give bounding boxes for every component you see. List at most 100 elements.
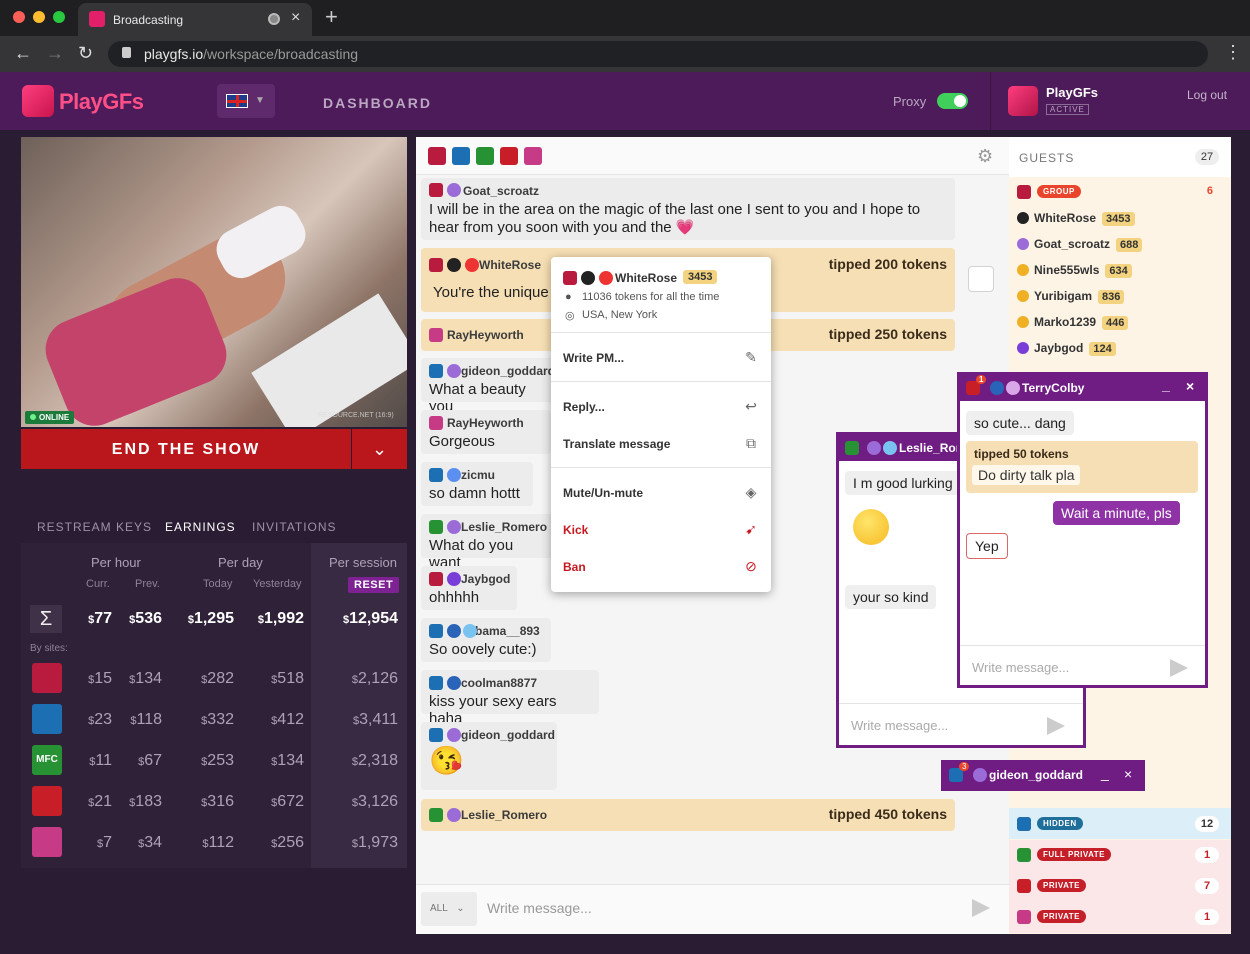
- chevron-down-icon: ⌄: [371, 439, 388, 459]
- pm-unread-badge: 3: [959, 762, 970, 771]
- total-yesterday: $1,992: [257, 610, 304, 627]
- guest-user[interactable]: Nine555wls 634: [1017, 263, 1132, 278]
- pm-message: so cute... dang: [966, 411, 1074, 435]
- minimize-icon[interactable]: _: [1101, 765, 1109, 781]
- close-window-button[interactable]: [13, 11, 25, 23]
- mute-item[interactable]: Mute/Un-mute: [563, 486, 643, 500]
- guest-group-hidden[interactable]: HIDDEN 12: [1009, 808, 1231, 839]
- app-header: [0, 72, 1250, 130]
- new-tab-button[interactable]: +: [325, 4, 338, 30]
- today-subheader: Today: [203, 578, 233, 590]
- tab-invitations[interactable]: INVITATIONS: [252, 520, 337, 534]
- send-icon[interactable]: [1047, 717, 1065, 735]
- popup-count: 3453: [683, 270, 718, 284]
- write-pm-item[interactable]: Write PM...: [563, 351, 624, 365]
- guest-user[interactable]: Marko1239 446: [1017, 315, 1129, 330]
- proxy-label: Proxy: [893, 94, 927, 109]
- online-badge: ONLINE: [25, 411, 75, 424]
- per-hour-header: Per hour: [91, 555, 141, 570]
- minimize-window-button[interactable]: [33, 11, 45, 23]
- reply-icon: ↩: [745, 398, 757, 414]
- chevron-down-icon: ⌄: [456, 903, 465, 914]
- logo-icon[interactable]: [22, 85, 54, 117]
- translate-icon: ⧉: [746, 435, 756, 451]
- ban-item[interactable]: Ban: [563, 560, 586, 574]
- end-show-dropdown-button[interactable]: ⌄: [352, 429, 407, 469]
- uk-flag-icon: [226, 94, 248, 108]
- per-session-header: Per session: [329, 555, 397, 570]
- recipient-select[interactable]: ALL ⌄: [421, 892, 477, 926]
- mfc-icon: MFC: [32, 745, 62, 775]
- guest-user[interactable]: Goat_scroatz 688: [1017, 237, 1143, 252]
- globe-icon: ◎: [565, 310, 575, 322]
- stream-preview: [21, 137, 407, 427]
- per-day-header: Per day: [218, 555, 263, 570]
- stream-resolution: RESOURCE.NET (16:9): [318, 412, 394, 419]
- send-icon[interactable]: [972, 899, 990, 917]
- guest-user[interactable]: WhiteRose 3453: [1017, 211, 1135, 226]
- tip-message: Leslie_Romero tipped 450 tokens: [421, 799, 955, 831]
- chat-message: Leslie_Romero What do you want: [421, 514, 555, 571]
- language-select[interactable]: ▼: [217, 84, 275, 118]
- total-session: $12,954: [342, 610, 398, 627]
- guest-group-private[interactable]: PRIVATE 1: [1009, 902, 1231, 933]
- curr-subheader: Curr.: [86, 578, 110, 590]
- popup-location: USA, New York: [582, 309, 658, 321]
- cam4-filter-icon[interactable]: [524, 147, 542, 165]
- guest-group-private[interactable]: PRIVATE 7: [1009, 871, 1231, 902]
- proxy-toggle[interactable]: [937, 93, 968, 109]
- reload-icon[interactable]: ↻: [78, 43, 93, 64]
- heart-eyes-emoji-icon: [853, 509, 889, 545]
- chat-message-input[interactable]: Write message...: [487, 900, 592, 916]
- browser-tab[interactable]: Broadcasting ×: [78, 3, 312, 36]
- pm-message-input[interactable]: Write message...: [972, 660, 1069, 675]
- browser-menu-icon[interactable]: ⋮: [1224, 42, 1242, 63]
- close-tab-icon[interactable]: ×: [291, 9, 300, 27]
- mute-icon: ◈: [745, 484, 757, 500]
- reply-item[interactable]: Reply...: [563, 400, 605, 414]
- maximize-window-button[interactable]: [53, 11, 65, 23]
- tab-restream-keys[interactable]: RESTREAM KEYS: [37, 520, 152, 534]
- guests-header: GUESTS 27: [1009, 137, 1231, 177]
- chaturbate-filter-icon[interactable]: [428, 147, 446, 165]
- yesterday-subheader: Yesterday: [253, 578, 302, 590]
- close-icon[interactable]: ×: [1186, 378, 1194, 394]
- translate-item[interactable]: Translate message: [563, 437, 670, 451]
- pm-window-header[interactable]: 1 TerryColby _ ×: [960, 375, 1205, 401]
- minimize-icon[interactable]: _: [1162, 377, 1170, 393]
- send-icon[interactable]: [1170, 659, 1188, 677]
- gear-icon[interactable]: ⚙: [977, 146, 993, 167]
- guest-group-full-private[interactable]: FULL PRIVATE 1: [1009, 840, 1231, 871]
- reset-button[interactable]: RESET: [348, 577, 400, 593]
- prev-subheader: Prev.: [135, 578, 160, 590]
- popup-username: WhiteRose: [615, 271, 678, 285]
- chat-message: Goat_scroatz I will be in the area on th…: [421, 178, 955, 240]
- end-show-button[interactable]: END THE SHOW: [21, 429, 351, 469]
- translate-icon[interactable]: [968, 266, 994, 292]
- header-divider: [990, 72, 991, 130]
- chat-message: gideon_goddard What a beauty you: [421, 358, 555, 415]
- camsoda-filter-icon[interactable]: [452, 147, 470, 165]
- stripchat-filter-icon[interactable]: [500, 147, 518, 165]
- tab-earnings[interactable]: EARNINGS: [165, 520, 236, 534]
- guest-group-group[interactable]: GROUP 6: [1009, 177, 1231, 208]
- account-avatar[interactable]: [1008, 86, 1038, 116]
- logo-text[interactable]: PlayGFs: [59, 89, 144, 115]
- lock-icon: [122, 47, 131, 58]
- url-host: playgfs.io: [144, 46, 204, 62]
- back-icon[interactable]: ←: [14, 43, 32, 64]
- logout-link[interactable]: Log out: [1187, 88, 1227, 102]
- total-sigma: Σ: [30, 605, 62, 633]
- pm-message-input[interactable]: Write message...: [851, 718, 948, 733]
- chevron-down-icon: ▼: [255, 95, 265, 106]
- mfc-filter-icon[interactable]: [476, 147, 494, 165]
- url-input[interactable]: playgfs.io/workspace/broadcasting: [108, 41, 1208, 67]
- dashboard-link[interactable]: DASHBOARD: [323, 95, 432, 111]
- guest-user[interactable]: Jaybgod 124: [1017, 341, 1116, 356]
- guest-user[interactable]: Yuribigam 836: [1017, 289, 1125, 304]
- close-icon[interactable]: ×: [1124, 766, 1132, 782]
- forward-icon[interactable]: →: [46, 43, 64, 64]
- pm-username: Leslie_Ror: [899, 441, 961, 455]
- pm-window-minimized[interactable]: 3 gideon_goddard _ ×: [941, 760, 1145, 791]
- kick-item[interactable]: Kick: [563, 523, 588, 537]
